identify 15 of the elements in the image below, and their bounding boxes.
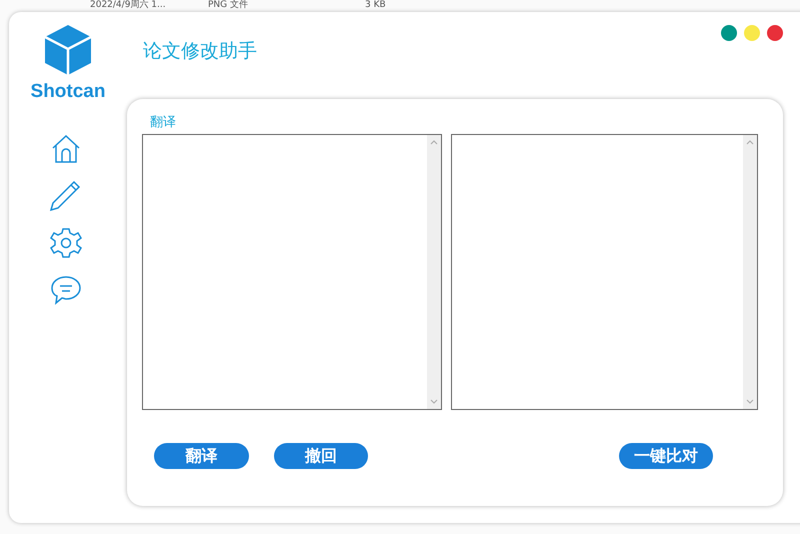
window-control-dot[interactable] [721, 25, 737, 41]
settings-icon[interactable] [50, 227, 82, 259]
chat-icon[interactable] [50, 275, 82, 305]
pencil-icon[interactable] [50, 179, 82, 211]
compare-button[interactable]: 一键比对 [619, 443, 713, 469]
file-size: 3 KB [365, 0, 386, 11]
action-button[interactable]: 翻译 [154, 443, 249, 469]
window-title: 论文修改助手 [143, 39, 257, 64]
panel-label: 翻译 [150, 115, 177, 131]
action-button[interactable]: 撤回 [274, 443, 368, 469]
window-control-dot[interactable] [767, 25, 783, 41]
window-control-dot[interactable] [744, 25, 760, 41]
logo-text: Shotcan [30, 81, 106, 103]
cube-logo-icon [42, 23, 93, 77]
home-icon[interactable] [51, 135, 81, 163]
